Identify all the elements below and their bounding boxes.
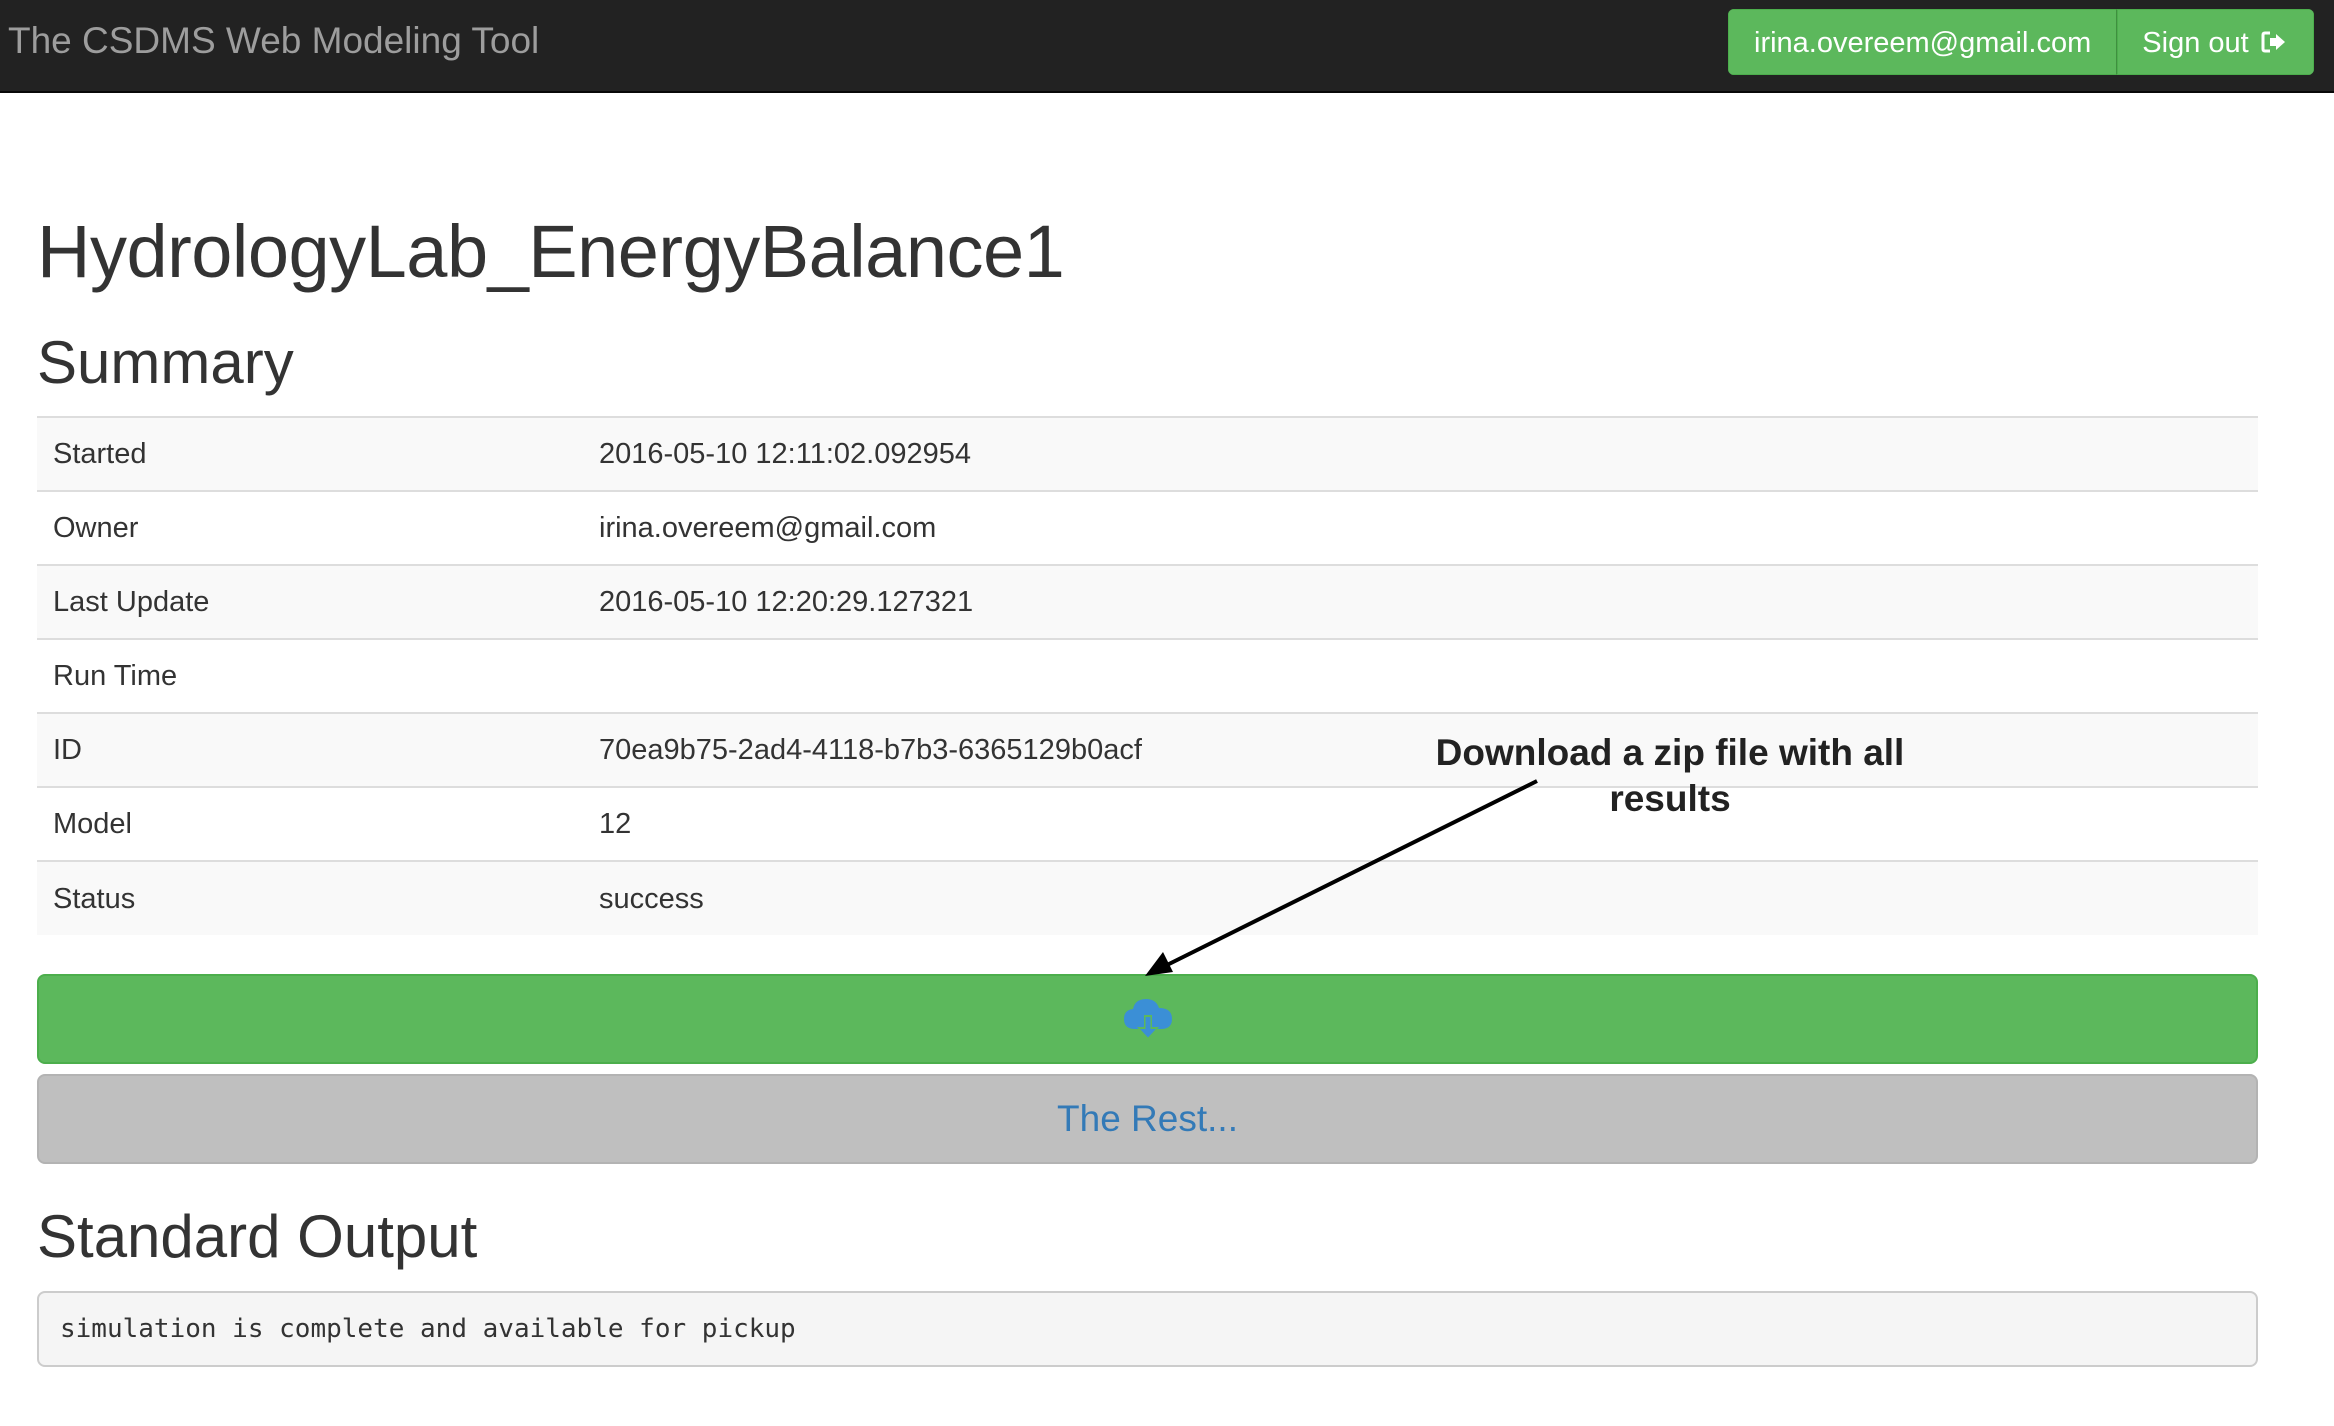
row-label: ID (53, 734, 82, 766)
standard-output-heading: Standard Output (37, 1203, 478, 1270)
row-value: 2016-05-10 12:11:02.092954 (599, 438, 971, 470)
sign-out-icon (2261, 31, 2285, 53)
table-row: Owner irina.overeem@gmail.com (37, 491, 2258, 565)
download-annotation: Download a zip file with all results (1435, 732, 1905, 819)
row-label: Started (53, 438, 147, 470)
row-value: 2016-05-10 12:20:29.127321 (599, 586, 974, 618)
sign-out-button[interactable]: Sign out (2117, 9, 2314, 75)
navbar: The CSDMS Web Modeling Tool irina.overee… (0, 0, 2334, 93)
summary-heading: Summary (37, 329, 294, 396)
download-zip-button[interactable] (37, 974, 2258, 1064)
the-rest-button[interactable]: The Rest... (37, 1074, 2258, 1164)
row-label: Owner (53, 512, 139, 544)
page-title: HydrologyLab_EnergyBalance1 (37, 210, 1065, 293)
brand-link[interactable]: The CSDMS Web Modeling Tool (8, 19, 539, 63)
sign-out-label: Sign out (2142, 27, 2249, 59)
row-value (583, 639, 2258, 713)
table-row: Started 2016-05-10 12:11:02.092954 (37, 417, 2258, 491)
row-value: success (599, 882, 704, 915)
standard-output-text: simulation is complete and available for… (37, 1291, 2258, 1367)
row-label: Run Time (53, 660, 178, 692)
row-label: Last Update (53, 586, 210, 618)
table-row: Status success (37, 861, 2258, 935)
row-label: Status (53, 882, 136, 915)
cloud-download-icon (1123, 999, 1172, 1039)
user-email-button[interactable]: irina.overeem@gmail.com (1728, 9, 2118, 75)
table-row: Last Update 2016-05-10 12:20:29.127321 (37, 565, 2258, 639)
table-row: Run Time (37, 639, 2258, 713)
row-label: Model (53, 808, 132, 840)
user-button-group: irina.overeem@gmail.com Sign out (1728, 9, 2314, 75)
summary-table: Started 2016-05-10 12:11:02.092954 Owner… (37, 416, 2258, 935)
row-value: irina.overeem@gmail.com (599, 512, 937, 544)
